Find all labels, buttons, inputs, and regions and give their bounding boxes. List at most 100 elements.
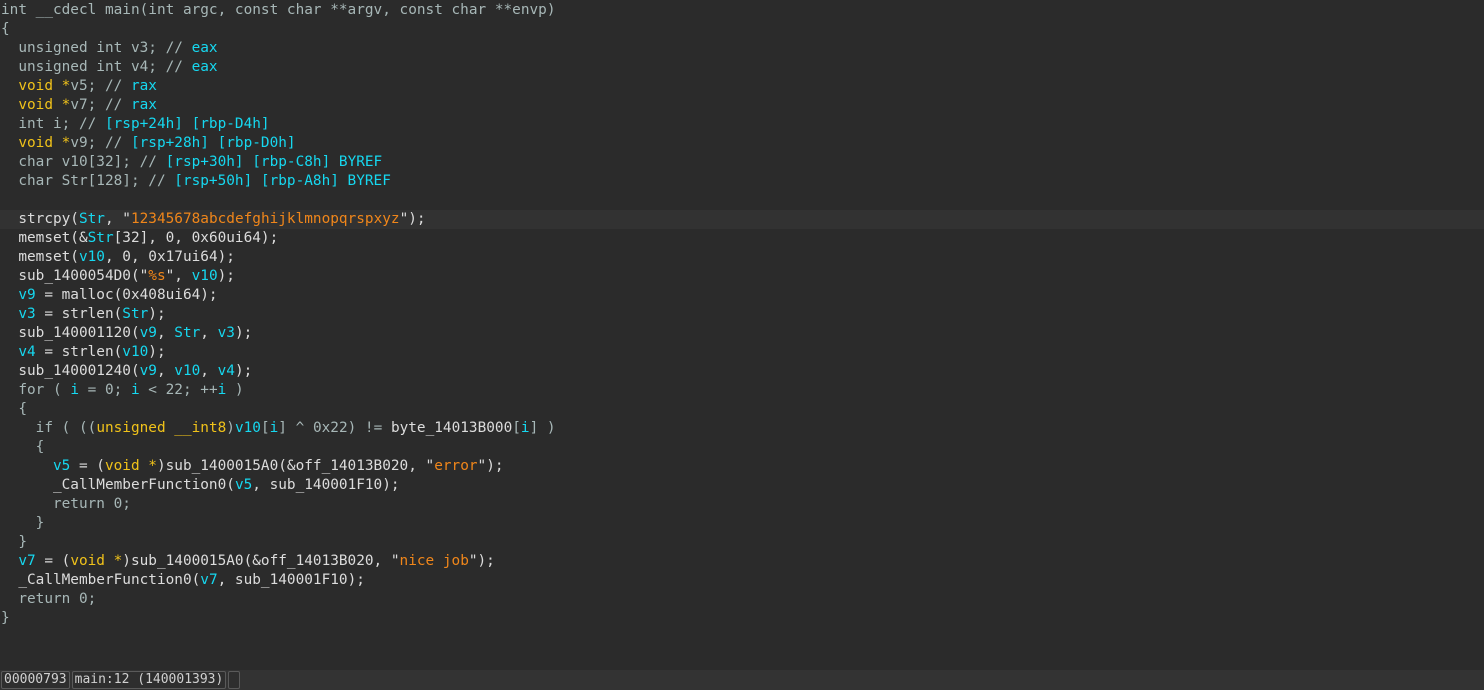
- code-token[interactable]: ,: [157, 325, 174, 341]
- code-token[interactable]: v10: [174, 363, 200, 379]
- code-token[interactable]: v9; //: [70, 135, 131, 151]
- code-token[interactable]: sub_140001120(: [1, 325, 139, 341]
- code-line[interactable]: memset(&Str[32], 0, 0x60ui64);: [0, 229, 1484, 248]
- code-token[interactable]: [1, 135, 18, 151]
- code-line[interactable]: v3 = strlen(Str);: [0, 305, 1484, 324]
- code-token[interactable]: = (: [36, 553, 70, 569]
- code-token[interactable]: {: [1, 439, 45, 455]
- code-token[interactable]: strcpy(: [1, 211, 79, 227]
- code-token[interactable]: ,: [200, 363, 217, 379]
- code-line[interactable]: v9 = malloc(0x408ui64);: [0, 286, 1484, 305]
- code-line[interactable]: _CallMemberFunction0(v7, sub_140001F10);: [0, 571, 1484, 590]
- code-token[interactable]: void *: [18, 135, 70, 151]
- code-token[interactable]: Str: [122, 306, 148, 322]
- code-token[interactable]: %s: [148, 268, 165, 284]
- code-line[interactable]: return 0;: [0, 495, 1484, 514]
- code-token[interactable]: [rsp+24h] [rbp-D4h]: [105, 116, 270, 132]
- code-token[interactable]: i: [270, 420, 279, 436]
- code-token[interactable]: ");: [469, 553, 495, 569]
- code-token[interactable]: int i; //: [1, 116, 105, 132]
- code-token[interactable]: }: [1, 534, 27, 550]
- code-token[interactable]: [32], 0, 0x60ui64);: [114, 230, 279, 246]
- code-token[interactable]: ,: [200, 325, 217, 341]
- code-line[interactable]: for ( i = 0; i < 22; ++i ): [0, 381, 1484, 400]
- code-token[interactable]: = strlen(: [36, 344, 122, 360]
- code-token[interactable]: [: [261, 420, 270, 436]
- code-token[interactable]: return 0;: [1, 496, 131, 512]
- code-line[interactable]: return 0;: [0, 590, 1484, 609]
- code-token[interactable]: int __cdecl main(int argc, const char **…: [1, 2, 556, 18]
- code-line[interactable]: int __cdecl main(int argc, const char **…: [0, 1, 1484, 20]
- code-line[interactable]: void *v7; // rax: [0, 96, 1484, 115]
- code-line[interactable]: strcpy(Str, "12345678abcdefghijklmnopqrs…: [0, 210, 1484, 229]
- code-token[interactable]: v9: [140, 325, 157, 341]
- code-token[interactable]: ,: [157, 363, 174, 379]
- code-token[interactable]: v4: [218, 363, 235, 379]
- code-token[interactable]: v7: [200, 572, 217, 588]
- code-token[interactable]: [: [512, 420, 521, 436]
- code-token[interactable]: ): [226, 382, 244, 398]
- code-token[interactable]: if ( ((: [1, 420, 97, 436]
- code-token[interactable]: sub_1400054D0(": [1, 268, 148, 284]
- code-token[interactable]: v10: [122, 344, 148, 360]
- code-token[interactable]: ");: [400, 211, 426, 227]
- code-token[interactable]: = (: [70, 458, 105, 474]
- code-token[interactable]: i: [521, 420, 530, 436]
- code-token[interactable]: [1, 553, 18, 569]
- code-token[interactable]: );: [148, 344, 165, 360]
- code-line[interactable]: memset(v10, 0, 0x17ui64);: [0, 248, 1484, 267]
- code-token[interactable]: 12345678abcdefghijklmnopqrspxyz: [131, 211, 400, 227]
- code-token[interactable]: [1, 306, 18, 322]
- code-line[interactable]: [0, 191, 1484, 210]
- code-token[interactable]: v5: [235, 477, 252, 493]
- code-line[interactable]: }: [0, 514, 1484, 533]
- code-token[interactable]: );: [235, 325, 252, 341]
- code-token[interactable]: unsigned int v4; //: [1, 59, 192, 75]
- code-token[interactable]: v10: [235, 420, 261, 436]
- code-token[interactable]: , 0, 0x17ui64);: [105, 249, 235, 265]
- code-token[interactable]: v3: [218, 325, 235, 341]
- code-token[interactable]: for (: [1, 382, 70, 398]
- code-token[interactable]: )sub_1400015A0(&off_14013B020, ": [122, 553, 399, 569]
- code-token[interactable]: )sub_1400015A0(&off_14013B020, ": [157, 458, 434, 474]
- code-line[interactable]: void *v5; // rax: [0, 77, 1484, 96]
- code-token[interactable]: v9: [140, 363, 157, 379]
- code-token[interactable]: , ": [105, 211, 131, 227]
- code-line[interactable]: v4 = strlen(v10);: [0, 343, 1484, 362]
- code-token[interactable]: );: [148, 306, 165, 322]
- code-token[interactable]: rax: [131, 97, 157, 113]
- code-token[interactable]: char v10[32]; //: [1, 154, 166, 170]
- code-token[interactable]: = strlen(: [36, 306, 122, 322]
- pseudocode-view[interactable]: int __cdecl main(int argc, const char **…: [0, 1, 1484, 628]
- code-token[interactable]: = malloc(0x408ui64);: [36, 287, 217, 303]
- code-token[interactable]: v5: [53, 458, 70, 474]
- code-token[interactable]: Str: [174, 325, 200, 341]
- code-token[interactable]: void *: [70, 553, 122, 569]
- code-line[interactable]: v7 = (void *)sub_1400015A0(&off_14013B02…: [0, 552, 1484, 571]
- code-line[interactable]: char v10[32]; // [rsp+30h] [rbp-C8h] BYR…: [0, 153, 1484, 172]
- code-line[interactable]: sub_140001240(v9, v10, v4);: [0, 362, 1484, 381]
- code-token[interactable]: v4: [18, 344, 35, 360]
- code-token[interactable]: [rsp+50h] [rbp-A8h] BYREF: [174, 173, 391, 189]
- code-token[interactable]: [1, 97, 18, 113]
- code-token[interactable]: [1, 344, 18, 360]
- code-line[interactable]: {: [0, 20, 1484, 39]
- code-token[interactable]: ): [226, 420, 235, 436]
- code-token[interactable]: i: [218, 382, 227, 398]
- code-token[interactable]: eax: [192, 40, 218, 56]
- code-token[interactable]: {: [1, 21, 10, 37]
- code-token[interactable]: memset(&: [1, 230, 87, 246]
- code-token[interactable]: Str: [79, 211, 105, 227]
- code-token[interactable]: void *: [18, 97, 70, 113]
- code-token[interactable]: , sub_140001F10);: [218, 572, 365, 588]
- code-token[interactable]: [rsp+28h] [rbp-D0h]: [131, 135, 296, 151]
- code-token[interactable]: Str: [88, 230, 114, 246]
- code-token[interactable]: v7; //: [70, 97, 131, 113]
- code-line[interactable]: void *v9; // [rsp+28h] [rbp-D0h]: [0, 134, 1484, 153]
- code-token[interactable]: }: [1, 610, 10, 626]
- code-token[interactable]: sub_140001240(: [1, 363, 139, 379]
- code-token[interactable]: i: [70, 382, 79, 398]
- code-token[interactable]: _CallMemberFunction0(: [1, 572, 200, 588]
- code-line[interactable]: v5 = (void *)sub_1400015A0(&off_14013B02…: [0, 457, 1484, 476]
- code-token[interactable]: ] ): [530, 420, 556, 436]
